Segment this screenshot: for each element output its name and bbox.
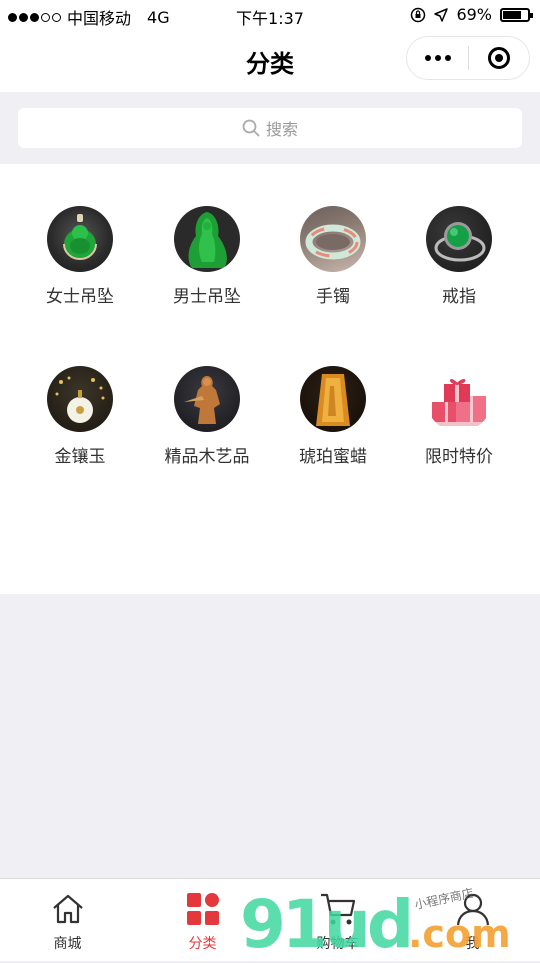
category-item-bangle[interactable]: 手镯 bbox=[268, 206, 398, 307]
amber-icon bbox=[300, 366, 366, 432]
category-item-amber[interactable]: 琥珀蜜蜡 bbox=[268, 366, 398, 467]
category-item-women-pendant[interactable]: 女士吊坠 bbox=[15, 206, 145, 307]
category-label: 戒指 bbox=[442, 287, 476, 307]
home-icon bbox=[52, 894, 83, 924]
jade-ring-icon bbox=[426, 206, 492, 272]
battery-percent: 69% bbox=[456, 5, 492, 24]
search-input[interactable]: 搜索 bbox=[18, 108, 522, 148]
jade-guanyin-pendant-icon bbox=[174, 206, 240, 272]
category-item-ring[interactable]: 戒指 bbox=[394, 206, 524, 307]
close-target-icon bbox=[487, 47, 510, 69]
search-placeholder: 搜索 bbox=[265, 120, 298, 139]
location-icon bbox=[434, 7, 449, 22]
category-label: 男士吊坠 bbox=[173, 287, 241, 307]
gold-jade-pendant-icon bbox=[47, 366, 113, 432]
gift-boxes-icon bbox=[426, 366, 492, 432]
category-label: 琥珀蜜蜡 bbox=[299, 447, 367, 467]
category-item-wood-craft[interactable]: 精品木艺品 bbox=[142, 366, 272, 467]
category-label: 金镶玉 bbox=[54, 447, 106, 467]
category-label: 精品木艺品 bbox=[164, 447, 250, 467]
tab-label: 商城 bbox=[53, 936, 82, 952]
category-label: 女士吊坠 bbox=[46, 287, 114, 307]
rotation-lock-icon bbox=[411, 7, 426, 22]
search-icon bbox=[242, 119, 260, 137]
category-label: 手镯 bbox=[316, 287, 350, 307]
jade-buddha-pendant-icon bbox=[47, 206, 113, 272]
category-grid: 女士吊坠 男士吊坠 手镯 戒指 金镶玉 精品木艺品 琥珀蜜蜡 限时特价 bbox=[0, 164, 540, 594]
watermark-domain: .com bbox=[408, 912, 511, 956]
more-button[interactable] bbox=[407, 55, 468, 61]
wood-carving-icon bbox=[174, 366, 240, 432]
jade-bangle-icon bbox=[300, 206, 366, 272]
watermark-logo: 91ud bbox=[240, 886, 414, 963]
category-item-gold-jade[interactable]: 金镶玉 bbox=[15, 366, 145, 467]
category-item-men-pendant[interactable]: 男士吊坠 bbox=[142, 206, 272, 307]
navigation-bar: 分类 bbox=[0, 30, 540, 92]
search-area: 搜索 bbox=[0, 92, 540, 164]
status-bar: 中国移动 4G 下午1:37 69% bbox=[0, 0, 540, 30]
tab-mall[interactable]: 商城 bbox=[0, 889, 135, 953]
category-label: 限时特价 bbox=[425, 447, 493, 467]
status-right: 69% bbox=[410, 5, 533, 24]
mini-program-capsule bbox=[406, 36, 530, 80]
battery-icon bbox=[500, 7, 533, 22]
close-button[interactable] bbox=[469, 47, 529, 69]
category-item-flash-sale[interactable]: 限时特价 bbox=[394, 366, 524, 467]
category-icon bbox=[186, 893, 219, 925]
